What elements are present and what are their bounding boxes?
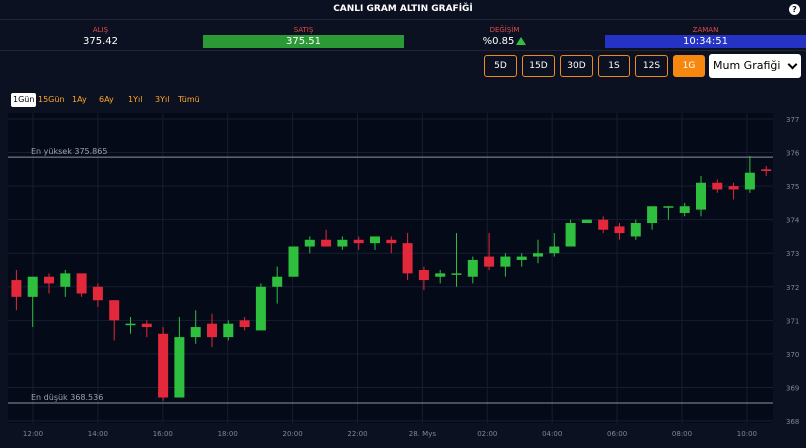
candle-up[interactable] (255, 286, 266, 331)
y-tick-label: 369 (786, 384, 799, 392)
candle-down[interactable] (712, 182, 723, 190)
candle-up[interactable] (304, 239, 315, 247)
candle-up[interactable] (663, 206, 674, 208)
candle-up[interactable] (647, 206, 658, 224)
x-tick-label: 28. Mys (409, 430, 437, 438)
candlestick-chart[interactable]: 368 369 370 371 372 373 374 375 376 377 12:00 14:00… (0, 0, 806, 448)
candle-up[interactable] (500, 256, 511, 267)
x-tick-label: 18:00 (218, 430, 238, 438)
candle-up[interactable] (679, 206, 690, 213)
candle-up[interactable] (516, 256, 527, 260)
candle-down[interactable] (239, 320, 250, 328)
candle-down[interactable] (109, 300, 120, 321)
y-tick-label: 375 (786, 183, 799, 191)
high-label: En yüksek 375.865 (31, 147, 107, 156)
y-tick-label: 377 (786, 116, 799, 124)
candle-up[interactable] (581, 219, 592, 224)
candle-down[interactable] (158, 333, 169, 398)
candle-down[interactable] (92, 286, 103, 301)
candle-up[interactable] (696, 182, 706, 210)
candle-up[interactable] (467, 259, 478, 277)
x-tick-label: 14:00 (88, 430, 108, 438)
candle-up[interactable] (370, 236, 380, 244)
app-root: CANLI GRAM ALTIN GRAFİĞİ ? ALIŞ 375.42 S… (0, 0, 806, 448)
candle-up[interactable] (27, 276, 38, 297)
candle-up[interactable] (125, 323, 136, 326)
candle-down[interactable] (418, 270, 429, 281)
y-tick-label: 374 (786, 217, 800, 225)
x-tick-label: 20:00 (283, 430, 303, 438)
candle-up[interactable] (435, 273, 446, 277)
x-tick-label: 12:00 (23, 430, 43, 438)
candle-up[interactable] (565, 223, 576, 247)
candle-down[interactable] (614, 226, 625, 234)
candle-down[interactable] (728, 186, 739, 190)
candle-up[interactable] (533, 253, 543, 257)
y-tick-label: 372 (786, 284, 799, 292)
x-tick-label: 16:00 (153, 430, 173, 438)
candle-up[interactable] (272, 276, 283, 287)
plot-area (8, 113, 773, 423)
candle-down[interactable] (207, 323, 217, 338)
low-label: En düşük 368.536 (31, 393, 103, 402)
candle-down[interactable] (761, 169, 772, 172)
x-tick-label: 08:00 (672, 430, 692, 438)
candle-down[interactable] (353, 239, 364, 244)
candle-up[interactable] (190, 327, 201, 338)
candle-up[interactable] (288, 246, 299, 277)
candle-up[interactable] (630, 223, 641, 237)
candle-down[interactable] (321, 239, 332, 247)
candle-up[interactable] (451, 273, 462, 275)
candle-up[interactable] (549, 246, 560, 254)
candle-up[interactable] (337, 239, 348, 247)
x-tick-label: 22:00 (347, 430, 367, 438)
x-tick-label: 06:00 (607, 430, 627, 438)
x-tick-label: 02:00 (477, 430, 497, 438)
candle-up[interactable] (174, 337, 185, 398)
y-tick-label: 368 (786, 418, 799, 426)
x-tick-label: 04:00 (542, 430, 562, 438)
candle-down[interactable] (598, 219, 609, 230)
candle-down[interactable] (484, 256, 495, 267)
candle-down[interactable] (76, 273, 87, 294)
x-tick-label: 10:00 (737, 430, 757, 438)
y-tick-label: 371 (786, 317, 799, 325)
candle-up[interactable] (60, 273, 71, 287)
candle-down[interactable] (402, 243, 413, 274)
y-tick-label: 370 (786, 351, 799, 359)
y-tick-label: 373 (786, 250, 799, 258)
candle-down[interactable] (44, 276, 54, 284)
candle-down[interactable] (11, 280, 22, 297)
y-tick-label: 376 (786, 150, 800, 158)
candle-down[interactable] (386, 239, 397, 244)
candle-up[interactable] (223, 323, 234, 338)
candle-down[interactable] (141, 323, 152, 328)
candle-up[interactable] (744, 172, 755, 190)
